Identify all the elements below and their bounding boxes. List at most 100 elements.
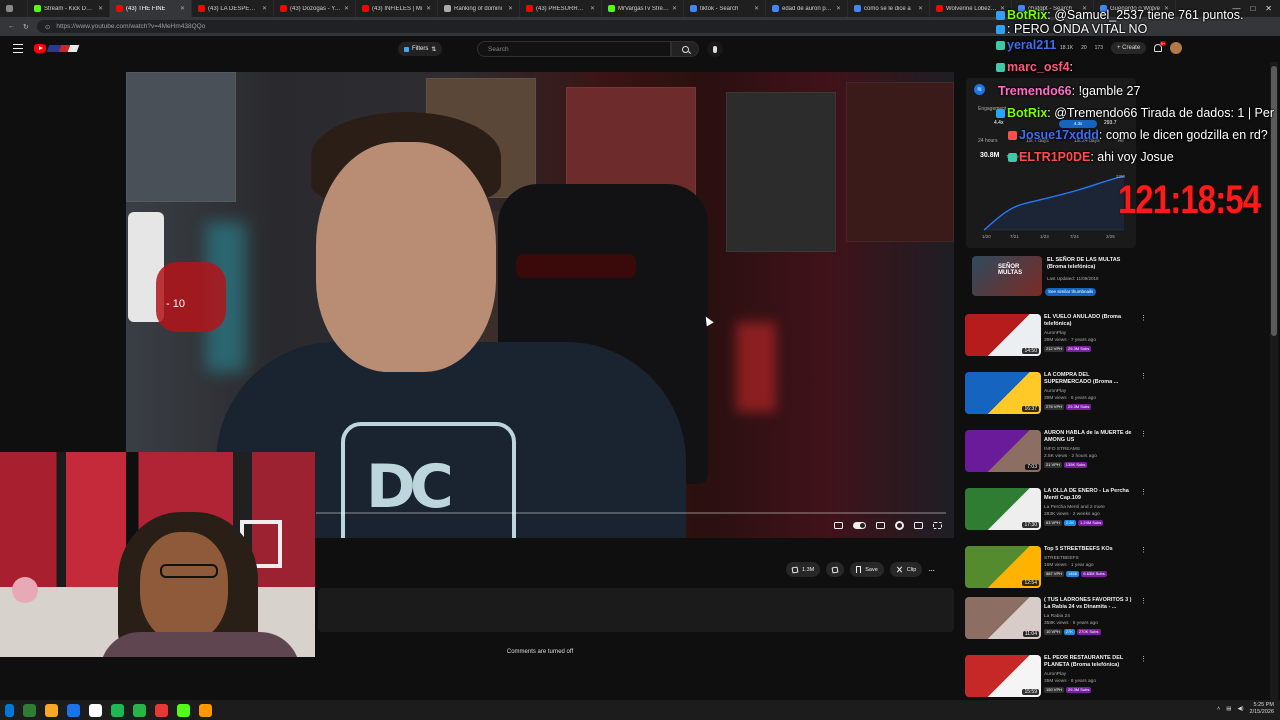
browser-tab[interactable]: (43) INFIELES | Mi ✕ <box>356 0 438 17</box>
more-options-icon[interactable]: ⋮ <box>1140 372 1147 380</box>
back-icon[interactable]: ← <box>8 23 15 30</box>
tab-close-icon[interactable]: ✕ <box>426 5 431 12</box>
reload-icon[interactable]: ↻ <box>23 23 29 31</box>
video-title[interactable]: ( TUS LADRONES FAVORITOS 3 ) La Rabia 24… <box>1044 597 1136 611</box>
tab-actions-icon[interactable] <box>0 0 28 17</box>
video-thumbnail[interactable]: 12:54 <box>965 546 1041 588</box>
channel-name[interactable]: STREETBEEFS <box>1044 556 1079 561</box>
description-box[interactable] <box>318 588 954 632</box>
video-title[interactable]: EL PEOR RESTAURANTE DEL PLANETA (Broma t… <box>1044 655 1136 669</box>
fullscreen-icon[interactable] <box>933 522 942 529</box>
browser-tab[interactable]: (43) LA DESPEDIDA ✕ <box>192 0 274 17</box>
more-options-icon[interactable]: ⋮ <box>1140 430 1147 438</box>
promo-thumbnail[interactable]: SEÑOR MULTAS <box>972 256 1042 296</box>
subtitles-icon[interactable] <box>876 522 885 529</box>
channel-name[interactable]: La Percha Mentí and 2 more <box>1044 505 1105 510</box>
settings-gear-icon[interactable] <box>895 521 904 530</box>
recommended-video[interactable]: 14:50 EL VUELO ANULADO (Broma telefónica)… <box>965 314 1147 364</box>
tab-close-icon[interactable]: ✕ <box>918 5 923 12</box>
browser-tab[interactable]: MrVargasTv Stream ✕ <box>602 0 684 17</box>
taskbar-app-icon[interactable] <box>155 703 168 717</box>
channel-name[interactable]: INFO STREAMS <box>1044 447 1080 452</box>
volume-icon[interactable]: ◀) <box>1237 706 1243 712</box>
browser-tab[interactable]: edad de auron play ✕ <box>766 0 848 17</box>
tab-close-icon[interactable]: ✕ <box>262 5 267 12</box>
tab-close-icon[interactable]: ✕ <box>590 5 595 12</box>
video-title[interactable]: Top 5 STREETBEEFS KOs <box>1044 546 1136 553</box>
dislike-button[interactable] <box>826 562 845 577</box>
taskbar-app-icon[interactable] <box>45 703 58 717</box>
taskbar-app-icon[interactable] <box>89 703 102 717</box>
filters-button[interactable]: Filters ⇅ <box>398 42 443 56</box>
chat-username[interactable]: Tremendo66 <box>998 84 1072 98</box>
chat-username[interactable]: BotRix <box>1007 106 1047 120</box>
chat-username[interactable]: marc_osf4 <box>1007 60 1070 74</box>
more-options-icon[interactable]: ⋮ <box>1140 655 1147 663</box>
clock[interactable]: 5:25 PM 2/15/2026 <box>1250 702 1274 716</box>
browser-tab[interactable]: tiktok - Search ✕ <box>684 0 766 17</box>
more-options-icon[interactable]: ⋮ <box>1140 488 1147 496</box>
video-thumbnail[interactable]: 7:03 <box>965 430 1041 472</box>
taskbar-app-icon[interactable] <box>199 703 212 717</box>
taskbar-app-icon[interactable] <box>177 703 190 717</box>
tray-chevron-icon[interactable]: ˄ <box>1217 706 1220 712</box>
recommended-video[interactable]: 15:59 EL PEOR RESTAURANTE DEL PLANETA (Br… <box>965 655 1147 705</box>
period-tab[interactable]: 24 hours <box>978 138 997 144</box>
channel-name[interactable]: AuronPlay <box>1044 389 1066 394</box>
tab-close-icon[interactable]: ✕ <box>754 5 759 12</box>
tab-close-icon[interactable]: ✕ <box>836 5 841 12</box>
video-title[interactable]: LA COMPRA DEL SUPERMERCADO (Broma ... <box>1044 372 1136 386</box>
search-button[interactable] <box>671 41 699 57</box>
tab-close-icon[interactable]: ✕ <box>98 5 103 12</box>
video-thumbnail[interactable]: 15:59 <box>965 655 1041 697</box>
video-thumbnail[interactable]: 16:37 <box>965 372 1041 414</box>
browser-tab[interactable]: Stream - Kick Dashb ✕ <box>28 0 110 17</box>
more-options-icon[interactable]: ⋮ <box>1140 597 1147 605</box>
browser-tab[interactable]: Ranking of domini ✕ <box>438 0 520 17</box>
miniplayer-icon[interactable] <box>834 522 843 529</box>
browser-tab[interactable]: (43) PRESURRE LE ✕ <box>520 0 602 17</box>
channel-name[interactable]: La Rabia 24 <box>1044 614 1070 619</box>
voice-search-button[interactable] <box>707 41 723 57</box>
promo-item[interactable]: SEÑOR MULTAS EL SEÑOR DE LAS MULTAS (Bro… <box>972 256 1132 302</box>
recommended-video[interactable]: 16:37 LA COMPRA DEL SUPERMERCADO (Broma .… <box>965 372 1147 422</box>
video-thumbnail[interactable]: 17:30 <box>965 488 1041 530</box>
taskbar-app-icon[interactable] <box>111 703 124 717</box>
url-field[interactable]: ⊙ https://www.youtube.com/watch?v=4MeHm4… <box>36 20 1067 33</box>
browser-tab[interactable]: como se le dice a ✕ <box>848 0 930 17</box>
recommended-video[interactable]: 7:03 AURON HABLA de la MUERTE de AMONG US… <box>965 430 1147 480</box>
video-thumbnail[interactable]: 14:50 <box>965 314 1041 356</box>
save-button[interactable]: Save <box>850 562 884 577</box>
theater-mode-icon[interactable] <box>914 522 923 529</box>
video-thumbnail[interactable]: 11:04 <box>965 597 1041 639</box>
taskbar-app-icon[interactable] <box>67 703 80 717</box>
more-options-icon[interactable]: ⋮ <box>1140 314 1147 322</box>
autoplay-toggle[interactable] <box>853 522 866 529</box>
taskbar-app-icon[interactable] <box>23 703 36 717</box>
video-title[interactable]: AURON HABLA de la MUERTE de AMONG US <box>1044 430 1136 444</box>
menu-icon[interactable] <box>13 44 23 53</box>
search-input[interactable]: Search <box>477 41 671 57</box>
chat-username[interactable]: yeral211 <box>1007 38 1056 52</box>
browser-tab[interactable]: (43) THE FINE ✕ <box>110 0 192 17</box>
clip-button[interactable]: Clip <box>889 562 923 577</box>
recommended-video[interactable]: 11:04 ( TUS LADRONES FAVORITOS 3 ) La Rab… <box>965 597 1147 647</box>
network-icon[interactable]: ▤ <box>1226 706 1231 712</box>
tab-close-icon[interactable]: ✕ <box>672 5 677 12</box>
site-info-icon[interactable]: ⊙ <box>45 23 50 31</box>
youtube-logo-icon[interactable] <box>34 44 46 53</box>
taskbar-app-icon[interactable] <box>133 703 146 717</box>
video-title[interactable]: LA OLLA DE ENERO - La Percha Mentí Cap.1… <box>1044 488 1136 502</box>
video-title[interactable]: EL VUELO ANULADO (Broma telefónica) <box>1044 314 1136 328</box>
promo-title[interactable]: EL SEÑOR DE LAS MULTAS (Broma telefónica… <box>1047 257 1133 271</box>
tab-close-icon[interactable]: ✕ <box>180 5 185 12</box>
browser-tab[interactable]: (43) Dozogas - You ✕ <box>274 0 356 17</box>
extension-icon[interactable]: ≋ <box>974 84 985 95</box>
recommended-video[interactable]: 17:30 LA OLLA DE ENERO - La Percha Mentí … <box>965 488 1147 538</box>
tab-close-icon[interactable]: ✕ <box>344 5 349 12</box>
progress-bar[interactable] <box>316 512 946 514</box>
channel-name[interactable]: AuronPlay <box>1044 331 1066 336</box>
more-actions-icon[interactable]: ··· <box>928 565 935 575</box>
recommended-video[interactable]: 12:54 Top 5 STREETBEEFS KOs STREETBEEFS 16M… <box>965 546 1147 596</box>
tab-close-icon[interactable]: ✕ <box>508 5 513 12</box>
